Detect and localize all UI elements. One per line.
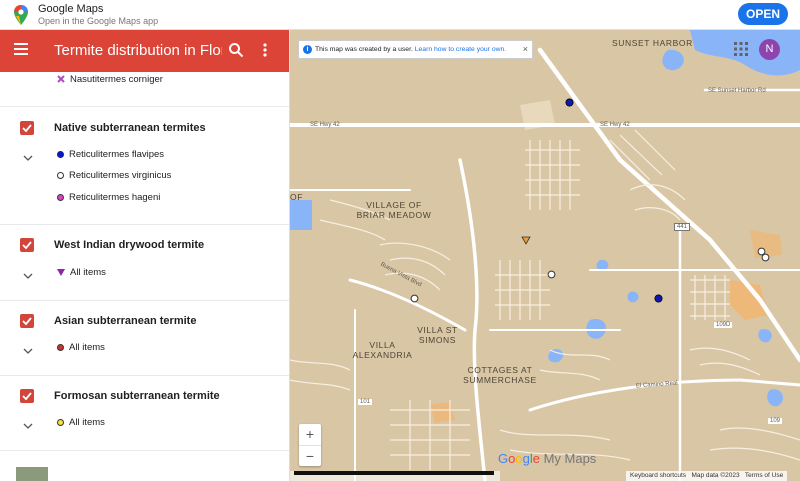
check-icon xyxy=(22,317,32,326)
divider xyxy=(0,450,289,451)
zoom-control: + − xyxy=(299,424,321,466)
search-icon[interactable] xyxy=(228,42,244,58)
notice-text: This map was created by a user. xyxy=(315,46,413,53)
legend-item-label: Reticulitermes virginicus xyxy=(69,170,172,181)
road-label-se-hwy-42: SE Hwy 42 xyxy=(310,122,340,128)
legend-item-flavipes[interactable]: Reticulitermes flavipes xyxy=(57,149,164,160)
check-icon xyxy=(22,241,32,250)
blue-dot-icon xyxy=(57,151,64,158)
panel-header: Termite distribution in Flor… xyxy=(0,30,289,72)
map-data-text: Map data ©2023 xyxy=(691,472,740,479)
banner-subtitle: Open in the Google Maps app xyxy=(38,16,159,26)
marker-reticulitermes-virginicus[interactable] xyxy=(410,294,419,303)
layer-title-formosan[interactable]: Formosan subterranean termite xyxy=(54,390,220,402)
marker-triangle-orange[interactable] xyxy=(521,236,531,246)
marker-reticulitermes-virginicus[interactable] xyxy=(761,253,770,262)
marker-reticulitermes-flavipes[interactable] xyxy=(654,294,663,303)
zoom-in-button[interactable]: + xyxy=(299,424,321,445)
legend-item-label: Reticulitermes hageni xyxy=(69,192,161,203)
road-label-109d: 109D xyxy=(714,322,733,328)
map-canvas[interactable]: SUNSET HARBOR VILLAGE OF BRIAR MEADOW VI… xyxy=(290,30,800,481)
road-label-se-hwy-42-east: SE Hwy 42 xyxy=(600,122,630,128)
cross-icon xyxy=(57,75,65,83)
avatar[interactable]: N xyxy=(759,39,780,60)
more-options-icon[interactable] xyxy=(262,42,268,58)
basemap-thumbnail[interactable] xyxy=(16,467,48,481)
yellow-dot-icon xyxy=(57,419,64,426)
chevron-down-icon[interactable] xyxy=(23,423,33,429)
label-of: OF xyxy=(290,192,304,202)
app-banner: Google Maps Open in the Google Maps app … xyxy=(0,0,800,30)
legend-item-virginicus[interactable]: Reticulitermes virginicus xyxy=(57,170,171,181)
layer-title-drywood[interactable]: West Indian drywood termite xyxy=(54,239,204,251)
road-network xyxy=(290,30,800,481)
marker-reticulitermes-flavipes[interactable] xyxy=(565,98,574,107)
legend-item-label: Nasutitermes corniger xyxy=(70,74,163,85)
divider xyxy=(0,106,289,107)
layer-checkbox-drywood[interactable] xyxy=(20,238,34,252)
menu-icon[interactable] xyxy=(14,43,28,55)
legend-item-nasutitermes[interactable]: Nasutitermes corniger xyxy=(57,74,163,85)
layer-title-asian[interactable]: Asian subterranean termite xyxy=(54,315,196,327)
road-label-441: 441 xyxy=(674,223,691,231)
legend-item-formosan-all[interactable]: All items xyxy=(57,417,105,428)
google-maps-pin-icon xyxy=(14,5,28,25)
check-icon xyxy=(22,392,32,401)
layer-checkbox-native[interactable] xyxy=(20,121,34,135)
legend-panel: Termite distribution in Flor… Nasutiterm… xyxy=(0,30,290,481)
scale-bar xyxy=(290,471,500,481)
zoom-out-button[interactable]: − xyxy=(299,445,321,466)
divider xyxy=(0,224,289,225)
layer-checkbox-formosan[interactable] xyxy=(20,389,34,403)
info-icon: i xyxy=(303,45,312,54)
map-title[interactable]: Termite distribution in Flor… xyxy=(54,42,222,59)
apps-grid-icon[interactable] xyxy=(734,42,748,56)
check-icon xyxy=(22,124,32,133)
marker-reticulitermes-virginicus[interactable] xyxy=(547,270,556,279)
user-map-notice: i This map was created by a user. Learn … xyxy=(298,40,533,59)
divider xyxy=(0,300,289,301)
close-icon[interactable]: × xyxy=(523,41,528,58)
legend-item-label: All items xyxy=(70,267,106,278)
road-label-101: 101 xyxy=(358,399,373,405)
divider xyxy=(0,375,289,376)
triangle-icon xyxy=(57,269,65,276)
keyboard-shortcuts-link[interactable]: Keyboard shortcuts xyxy=(630,472,686,479)
layer-title-native[interactable]: Native subterranean termites xyxy=(54,122,206,134)
legend-item-label: Reticulitermes flavipes xyxy=(69,149,165,160)
label-cottages-summerchase: COTTAGES AT SUMMERCHASE xyxy=(463,365,537,385)
white-dot-icon xyxy=(57,172,64,179)
legend-item-label: All items xyxy=(69,417,105,428)
chevron-down-icon[interactable] xyxy=(23,348,33,354)
label-villa-st-simons: VILLA ST SIMONS xyxy=(417,325,458,345)
learn-more-link[interactable]: Learn how to create your own. xyxy=(415,46,506,53)
chevron-down-icon[interactable] xyxy=(23,273,33,279)
pink-dot-icon xyxy=(57,194,64,201)
terms-of-use-link[interactable]: Terms of Use xyxy=(745,472,783,479)
red-dot-icon xyxy=(57,344,64,351)
map-attribution: Keyboard shortcuts Map data ©2023 Terms … xyxy=(626,471,788,481)
chevron-down-icon[interactable] xyxy=(23,155,33,161)
open-app-button[interactable]: OPEN xyxy=(738,3,788,25)
road-label-se-sunset-harbor: SE Sunset Harbor Rd xyxy=(708,88,766,94)
legend-item-hageni[interactable]: Reticulitermes hageni xyxy=(57,192,160,203)
legend-item-label: All items xyxy=(69,342,105,353)
banner-app-name: Google Maps xyxy=(38,3,104,15)
label-villa-alexandria: VILLA ALEXANDRIA xyxy=(352,340,413,360)
label-village-briar-meadow: VILLAGE OF BRIAR MEADOW xyxy=(356,200,432,220)
label-sunset-harbor: SUNSET HARBOR xyxy=(612,38,693,48)
road-label-109: 109 xyxy=(768,418,783,424)
legend-item-drywood-all[interactable]: All items xyxy=(57,267,106,278)
legend-item-asian-all[interactable]: All items xyxy=(57,342,105,353)
layer-checkbox-asian[interactable] xyxy=(20,314,34,328)
google-my-maps-logo: Google My Maps xyxy=(498,451,597,466)
